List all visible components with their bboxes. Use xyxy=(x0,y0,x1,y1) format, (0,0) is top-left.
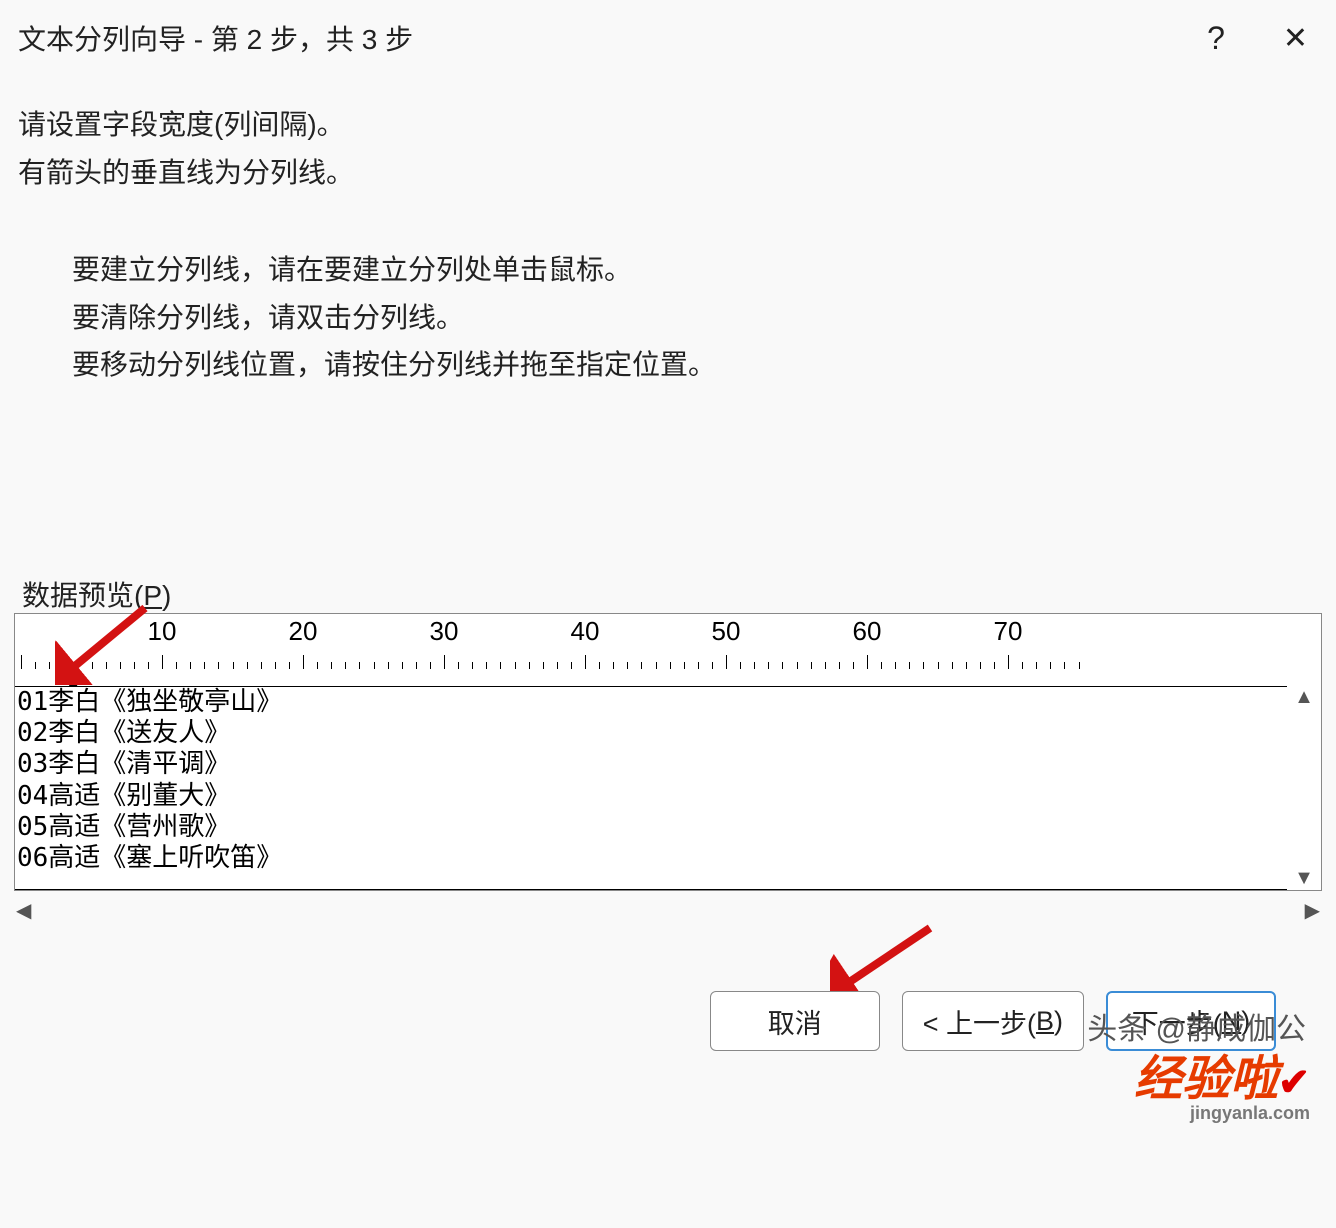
preview-row: 01李白《独坐敬亭山》 xyxy=(15,687,1287,718)
data-preview-area[interactable]: 01李白《独坐敬亭山》02李白《送友人》03李白《清平调》04高适《别董大》05… xyxy=(15,686,1287,890)
instruction-line: 有箭头的垂直线为分列线。 xyxy=(18,149,1318,197)
ruler-label: 70 xyxy=(994,616,1023,647)
sub-instructions: 要建立分列线，请在要建立分列处单击鼠标。 要清除分列线，请双击分列线。 要移动分… xyxy=(18,196,1318,389)
close-icon[interactable]: ✕ xyxy=(1283,21,1308,56)
ruler-label: 30 xyxy=(430,616,459,647)
ruler-label: 20 xyxy=(289,616,318,647)
preview-label: 数据预览(P) xyxy=(22,574,171,614)
instruction-bullet: 要移动分列线位置，请按住分列线并拖至指定位置。 xyxy=(72,341,1318,389)
scroll-left-icon[interactable]: ◀ xyxy=(16,898,31,923)
preview-row: 02李白《送友人》 xyxy=(15,718,1287,749)
ruler-label: 40 xyxy=(571,616,600,647)
scroll-right-icon[interactable]: ▶ xyxy=(1305,898,1320,923)
help-icon[interactable]: ? xyxy=(1207,20,1225,57)
instruction-line: 请设置字段宽度(列间隔)。 xyxy=(18,101,1318,149)
preview-row: 06高适《塞上听吹笛》 xyxy=(15,843,1287,874)
ruler-label: 60 xyxy=(853,616,882,647)
preview-row: 05高适《营州歌》 xyxy=(15,812,1287,843)
preview-panel[interactable]: 10 20 30 40 50 60 70 ▲ 01李白《独坐敬亭山》02李白《送友人》03李… xyxy=(14,613,1322,891)
dialog-title: 文本分列向导 - 第 2 步，共 3 步 xyxy=(18,18,1207,58)
scroll-up-icon[interactable]: ▲ xyxy=(1294,686,1314,709)
ruler-label: 50 xyxy=(712,616,741,647)
titlebar: 文本分列向导 - 第 2 步，共 3 步 ? ✕ xyxy=(0,0,1336,76)
instruction-bullet: 要清除分列线，请双击分列线。 xyxy=(72,294,1318,342)
back-button[interactable]: < 上一步(B) xyxy=(902,991,1084,1051)
instruction-bullet: 要建立分列线，请在要建立分列处单击鼠标。 xyxy=(72,246,1318,294)
cancel-button[interactable]: 取消 xyxy=(710,991,880,1051)
watermark-logo: 经验啦✔ jingyanla.com xyxy=(1134,1039,1310,1124)
preview-row: 04高适《别董大》 xyxy=(15,781,1287,812)
checkmark-icon: ✔ xyxy=(1278,1062,1310,1104)
vertical-scrollbar[interactable]: ▲ ▼ xyxy=(1293,686,1315,890)
preview-row: 03李白《清平调》 xyxy=(15,749,1287,780)
annotation-arrow-icon xyxy=(830,920,940,1000)
scroll-down-icon[interactable]: ▼ xyxy=(1294,867,1314,890)
instructions: 请设置字段宽度(列间隔)。 有箭头的垂直线为分列线。 要建立分列线，请在要建立分… xyxy=(0,76,1336,389)
ruler[interactable]: 10 20 30 40 50 60 70 xyxy=(15,614,1321,669)
ruler-label: 10 xyxy=(148,616,177,647)
horizontal-scrollbar[interactable]: ◀ ▶ xyxy=(14,897,1322,923)
